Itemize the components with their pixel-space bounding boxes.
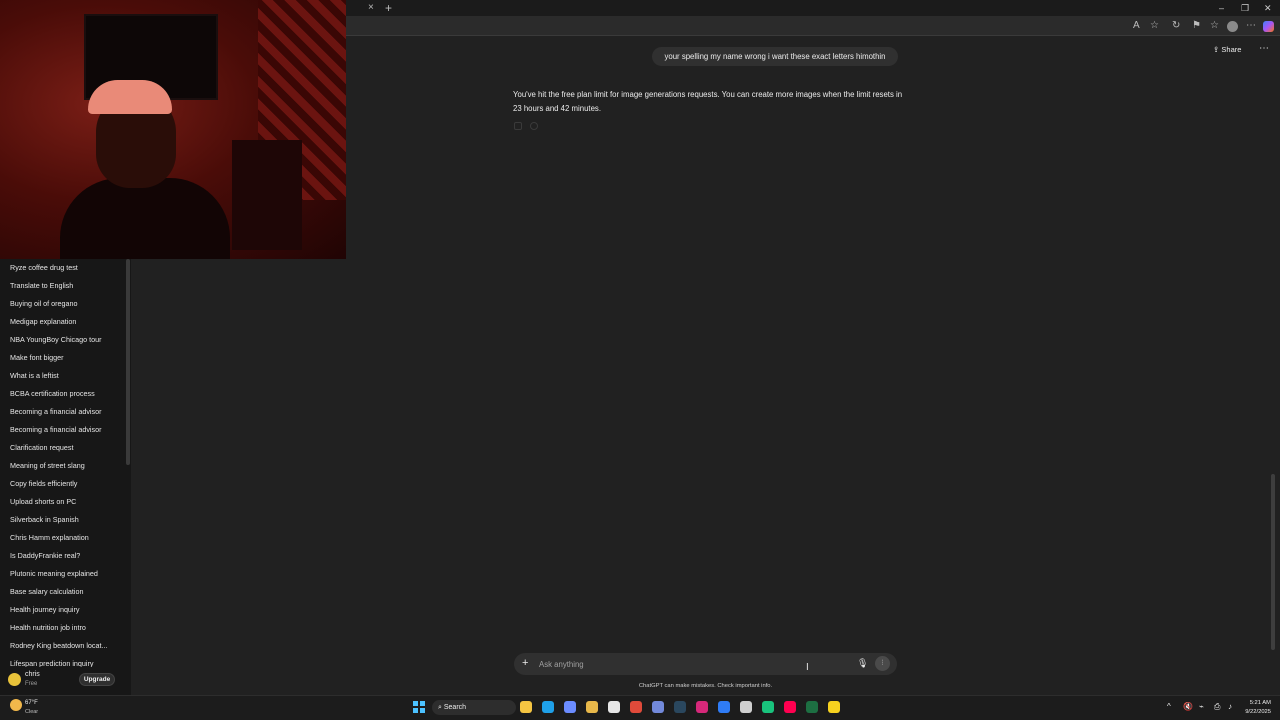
screen: × + – ❐ ✕ A ☆ ↻ ⚑ ☆ ⋯ Ryze coffee drug t… xyxy=(0,0,1280,720)
tiktok-icon[interactable] xyxy=(784,701,796,713)
close-window-icon[interactable]: ✕ xyxy=(1264,2,1272,14)
excel-icon[interactable] xyxy=(806,701,818,713)
tray-mute-icon[interactable]: 🔇 xyxy=(1183,702,1193,711)
chat-history-item[interactable]: Medigap explanation xyxy=(10,317,122,335)
upgrade-button[interactable]: Upgrade xyxy=(79,673,115,686)
chat-history-item[interactable]: Chris Hamm explanation xyxy=(10,533,122,551)
user-name[interactable]: chris xyxy=(25,671,40,678)
chat-history-item[interactable]: Ryze coffee drug test xyxy=(10,263,122,281)
copilot-icon[interactable] xyxy=(1263,21,1274,32)
chat-history-item[interactable]: Base salary calculation xyxy=(10,587,122,605)
read-aloud-icon[interactable] xyxy=(530,122,538,130)
store-icon[interactable] xyxy=(608,701,620,713)
extensions-icon[interactable]: ⚑ xyxy=(1192,20,1201,32)
shelf xyxy=(232,140,302,250)
chat-history-item[interactable]: Translate to English xyxy=(10,281,122,299)
browser-menu-icon[interactable]: ⋯ xyxy=(1246,20,1256,32)
restore-icon[interactable]: ❐ xyxy=(1241,2,1249,14)
chat-history-item[interactable]: Health nutrition job intro xyxy=(10,623,122,641)
folder-icon[interactable] xyxy=(586,701,598,713)
webcam-overlay xyxy=(0,0,346,259)
read-aloud-icon[interactable]: A xyxy=(1133,20,1140,32)
chat-history-item[interactable]: Make font bigger xyxy=(10,353,122,371)
user-message: your spelling my name wrong i want these… xyxy=(652,47,898,66)
minimize-icon[interactable]: – xyxy=(1219,2,1224,14)
sidebar-scrollbar[interactable] xyxy=(126,259,130,465)
chatgpt-icon[interactable] xyxy=(740,701,752,713)
weather-icon[interactable] xyxy=(10,699,22,711)
assistant-message: You've hit the free plan limit for image… xyxy=(513,90,903,113)
chat-history-item[interactable]: Is DaddyFrankie real? xyxy=(10,551,122,569)
capcut-icon[interactable] xyxy=(762,701,774,713)
discord-icon[interactable] xyxy=(652,701,664,713)
attach-plus-icon[interactable]: + xyxy=(522,657,528,669)
file-explorer-icon[interactable] xyxy=(520,701,532,713)
more-options-icon[interactable]: ⋯ xyxy=(1259,43,1269,54)
text-cursor-icon: I xyxy=(806,662,809,673)
tray-overflow-icon[interactable]: ^ xyxy=(1167,702,1171,711)
favorites-icon[interactable]: ☆ xyxy=(1210,20,1219,32)
chat-history-item[interactable]: Silverback in Spanish xyxy=(10,515,122,533)
chat-scrollbar[interactable] xyxy=(1271,474,1275,650)
taskbar-search[interactable]: ⌕ Search xyxy=(432,700,516,715)
copy-icon[interactable] xyxy=(514,122,522,130)
user-plan: Free xyxy=(25,681,38,687)
tray-network-icon[interactable]: ⌁ xyxy=(1199,702,1204,711)
clock-date[interactable]: 9/22/2025 xyxy=(1241,709,1271,715)
prompt-input[interactable] xyxy=(539,658,839,670)
chat-history-item[interactable]: Buying oil of oregano xyxy=(10,299,122,317)
chat-history-item[interactable]: Copy fields efficiently xyxy=(10,479,122,497)
chat-history-sidebar: Ryze coffee drug test Translate to Engli… xyxy=(0,259,131,695)
chat-history-item[interactable]: Meaning of street slang xyxy=(10,461,122,479)
disclaimer-text: ChatGPT can make mistakes. Check importa… xyxy=(638,683,773,689)
voice-mode-icon[interactable]: ⫶ xyxy=(875,656,890,671)
chat-history-item[interactable]: Plutonic meaning explained xyxy=(10,569,122,587)
streamer-cap xyxy=(88,80,172,114)
search-icon: ⌕ xyxy=(438,704,442,711)
chat-history-item[interactable]: Clarification request xyxy=(10,443,122,461)
chat-history-item[interactable]: NBA YoungBoy Chicago tour xyxy=(10,335,122,353)
streamer-body xyxy=(60,178,230,259)
share-icon: ⇪ xyxy=(1213,45,1220,54)
windows-start-icon[interactable] xyxy=(413,701,425,713)
user-avatar[interactable] xyxy=(8,673,21,686)
tray-volume-icon[interactable]: ♪ xyxy=(1228,702,1232,711)
chat-history-list: Ryze coffee drug test Translate to Engli… xyxy=(10,263,122,677)
profile-avatar[interactable] xyxy=(1227,21,1238,32)
tab-close-icon[interactable]: × xyxy=(368,2,374,14)
new-tab-icon[interactable]: + xyxy=(385,1,392,15)
sticky-notes-icon[interactable] xyxy=(828,701,840,713)
clock-time[interactable]: 5:21 AM xyxy=(1241,700,1271,706)
weather-temperature[interactable]: 67°F xyxy=(25,700,38,706)
tray-display-icon[interactable]: ⎙ xyxy=(1214,702,1220,712)
microphone-icon[interactable]: 🎙 xyxy=(857,658,868,669)
chat-history-item[interactable]: Upload shorts on PC xyxy=(10,497,122,515)
weather-condition: Clear xyxy=(25,709,39,715)
chat-history-item[interactable]: Becoming a financial advisor xyxy=(10,425,122,443)
chat-history-item[interactable]: Rodney King beatdown locat... xyxy=(10,641,122,659)
chat-history-item[interactable]: Health journey inquiry xyxy=(10,605,122,623)
chrome-icon[interactable] xyxy=(630,701,642,713)
steam-icon[interactable] xyxy=(674,701,686,713)
share-label: Share xyxy=(1221,45,1242,54)
favorite-star-icon[interactable]: ☆ xyxy=(1150,20,1159,32)
edge-icon[interactable] xyxy=(542,701,554,713)
chat-history-item[interactable]: What is a leftist xyxy=(10,371,122,389)
instagram-icon[interactable] xyxy=(696,701,708,713)
search-label: Search xyxy=(443,704,467,711)
refresh-icon[interactable]: ↻ xyxy=(1172,20,1180,32)
copilot-icon[interactable] xyxy=(564,701,576,713)
share-button[interactable]: ⇪ Share xyxy=(1213,45,1241,55)
messenger-icon[interactable] xyxy=(718,701,730,713)
chat-history-item[interactable]: Becoming a financial advisor xyxy=(10,407,122,425)
chat-history-item[interactable]: BCBA certification process xyxy=(10,389,122,407)
